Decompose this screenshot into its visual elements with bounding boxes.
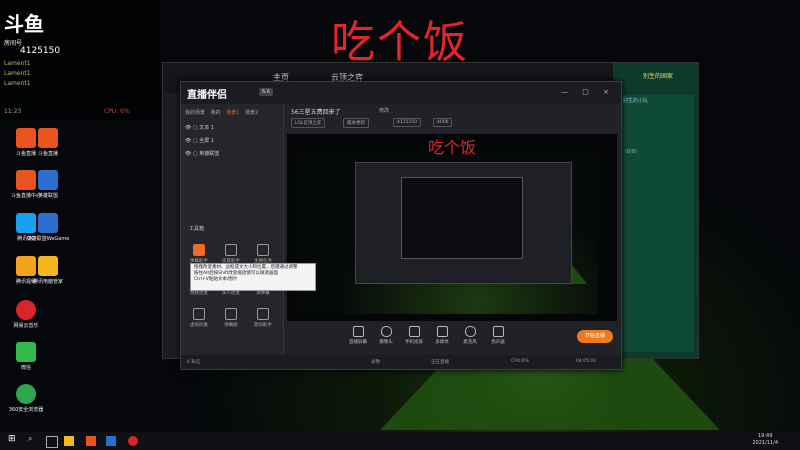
task-view-icon[interactable] xyxy=(46,436,58,448)
desktop-icon-pc-manager[interactable]: 腾讯电脑管家 xyxy=(26,256,70,285)
preview-nested-inner xyxy=(401,177,523,259)
tool-avatar[interactable]: 虚拟形象 xyxy=(185,308,213,328)
client-social-panel: 别生的国家 别生的小队 (8/8) xyxy=(613,63,698,358)
status-bar: 6 私信 录像 正在直播 CPU:6% 04:05:01 xyxy=(181,355,621,369)
desktop-icon-douyu-2[interactable]: 斗鱼直播 xyxy=(26,128,70,157)
room-title: 56三星五费回来了 xyxy=(291,109,341,116)
overlay-stats-right: CPU: 6% xyxy=(104,108,130,115)
status-time: 04:05:01 xyxy=(576,359,597,364)
desktop-icon-lol[interactable]: 英雄联盟 xyxy=(26,170,70,199)
status-record: 录像 xyxy=(371,360,380,365)
room-chip-fans: 4006 xyxy=(433,118,453,127)
room-chip-update[interactable]: 版本更新 xyxy=(343,118,369,128)
ctrl-phone[interactable]: 手机投屏 xyxy=(399,326,429,345)
ctrl-mic[interactable]: 麦克风 xyxy=(455,326,485,345)
desktop-icon-360-browser[interactable]: 360安全浏览器 xyxy=(4,384,48,413)
scene-item-fullscreen[interactable]: 👁 ▢ 全屏 1 xyxy=(185,137,214,144)
room-info: 56三星五费回来了 修改 LOL云顶之弈 版本更新 4125150 4006 xyxy=(283,104,621,132)
taskbar: ⊞ ⌕ 19:49 2021/11/4 xyxy=(0,432,800,450)
app-left-panel: 我的场景 我的 场景1 场景2 👁 ▢ 文本 1 👁 ▢ 全屏 1 👁 ▢ 英雄… xyxy=(181,104,284,355)
left-tabs: 我的场景 我的 场景1 场景2 xyxy=(185,109,262,116)
preview-title: 吃个饭 xyxy=(427,138,476,157)
explorer-icon[interactable] xyxy=(64,436,74,446)
tool-tasks[interactable]: 主播任务 xyxy=(249,244,277,264)
client-friend-count: (8/8) xyxy=(625,149,637,155)
room-edit-link[interactable]: 修改 xyxy=(379,107,389,114)
toolbox-title: 工具箱 xyxy=(189,226,205,232)
douyu-logo: 斗鱼 xyxy=(4,12,44,36)
stream-preview[interactable]: 吃个饭 xyxy=(287,134,617,321)
tool-danmu[interactable]: 弹幕助手 xyxy=(185,244,213,264)
control-bar: 直播屏幕 摄像头 手机投屏 多媒体 麦克风 扬声器 开始直播 xyxy=(283,322,621,355)
scene-item-lol[interactable]: 👁 ▢ 英雄联盟 xyxy=(185,150,219,157)
ctrl-speaker[interactable]: 扬声器 xyxy=(483,326,513,345)
taskbar-companion-icon[interactable] xyxy=(128,436,138,446)
room-label: 房间号 xyxy=(4,40,23,47)
status-live: 正在直播 xyxy=(431,360,449,365)
client-friend-list: 别生的小队 (8/8) xyxy=(617,95,694,352)
client-player-name: 别生的国家 xyxy=(643,73,674,80)
tool-danmu-ji[interactable]: 弹幕姬 xyxy=(217,308,245,328)
left-tab-3[interactable]: 场景1 xyxy=(226,110,239,116)
room-chip-id: 4125150 xyxy=(393,118,422,127)
app-titlebar: 直播伴侣 6.6 — □ × xyxy=(181,82,621,104)
overlay-chat-line-2: Lament1 xyxy=(4,70,31,77)
taskbar-douyu-icon[interactable] xyxy=(86,436,96,446)
overlay-chat-line-3: Lament1 xyxy=(4,80,31,87)
tool-room-admin[interactable]: 房管助手 xyxy=(217,244,245,264)
status-cpu: CPU:6% xyxy=(511,359,529,364)
app-logo: 直播伴侣 xyxy=(187,90,227,101)
streaming-app-window: 直播伴侣 6.6 — □ × 我的场景 我的 场景1 场景2 👁 ▢ 文本 1 … xyxy=(180,81,622,370)
overlay-chat-line-1: Lament1 xyxy=(4,60,31,67)
taskbar-lol-icon[interactable] xyxy=(106,436,116,446)
left-tab-1[interactable]: 我的场景 xyxy=(185,110,205,116)
left-tab-4[interactable]: 场景2 xyxy=(245,110,258,116)
preview-nested-window xyxy=(355,162,572,284)
tool-lyrics[interactable]: 歌词助手 xyxy=(249,308,277,328)
taskbar-clock[interactable]: 19:49 2021/11/4 xyxy=(752,433,778,447)
ctrl-media[interactable]: 多媒体 xyxy=(427,326,457,345)
room-chip-category[interactable]: LOL云顶之弈 xyxy=(291,118,326,128)
left-tab-2[interactable]: 我的 xyxy=(211,110,221,116)
desktop-icon-wechat[interactable]: 微信 xyxy=(4,342,48,371)
search-icon[interactable]: ⌕ xyxy=(28,434,38,444)
scene-item-text[interactable]: 👁 ▢ 文本 1 xyxy=(185,124,214,131)
overlay-stats-left: 11:23 xyxy=(4,108,22,115)
start-stream-button[interactable]: 开始直播 xyxy=(577,330,613,343)
ctrl-screen[interactable]: 直播屏幕 xyxy=(343,326,373,345)
client-friend-group[interactable]: 别生的小队 xyxy=(623,97,648,104)
desktop-icon-lol-wegame[interactable]: 英雄联盟WeGame xyxy=(26,213,70,242)
room-number: 4125150 xyxy=(20,46,61,56)
app-version-badge: 6.6 xyxy=(259,88,273,96)
windows-start-icon[interactable]: ⊞ xyxy=(8,434,18,444)
status-messages[interactable]: 6 私信 xyxy=(187,359,200,365)
window-controls[interactable]: — □ × xyxy=(561,88,615,96)
desktop-icon-netease-music[interactable]: 网易云音乐 xyxy=(4,300,48,329)
ctrl-camera[interactable]: 摄像头 xyxy=(371,326,401,345)
preview-tooltip: 拖拽改变素材、边框或文大小和位置，后键通过调整 按住Alt后按Shift改变缩放… xyxy=(190,263,316,291)
stream-overlay: 斗鱼 4125150 房间号 Lament1 Lament1 Lament1 1… xyxy=(0,0,160,120)
